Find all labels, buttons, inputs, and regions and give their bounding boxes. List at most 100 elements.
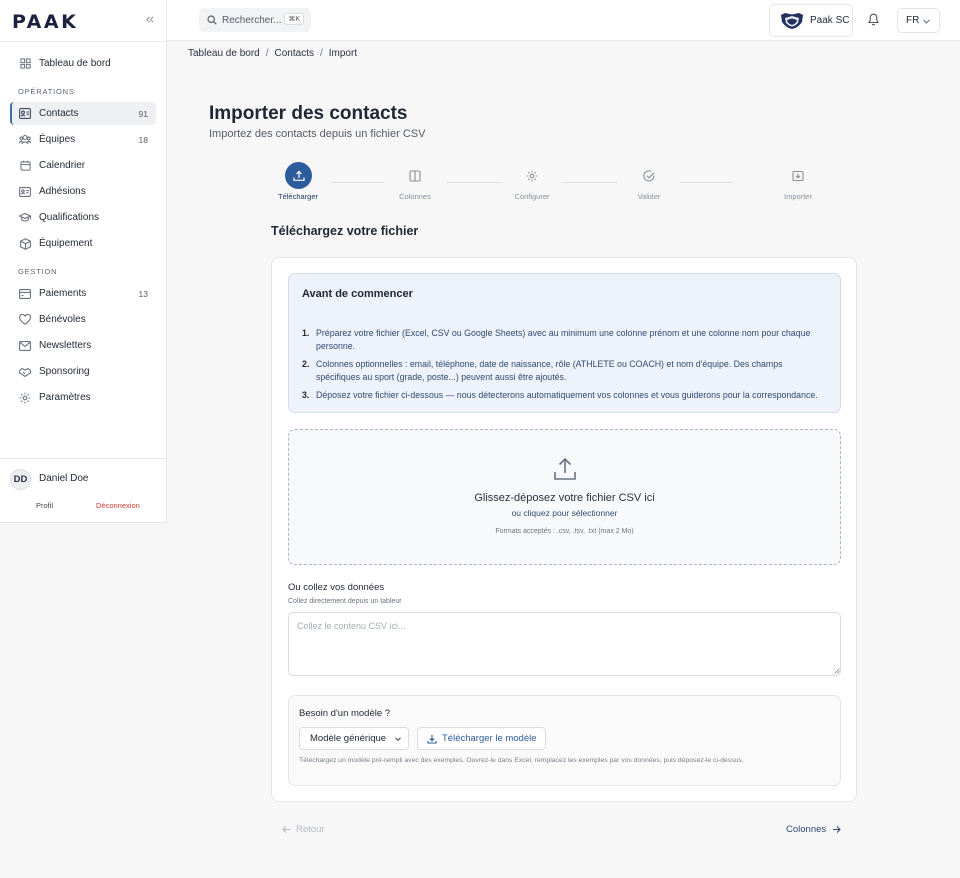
contacts-icon bbox=[19, 108, 31, 120]
breadcrumb-current: Import bbox=[328, 48, 358, 59]
resize-handle-icon[interactable] bbox=[834, 668, 840, 674]
sidebar-divider bbox=[0, 458, 166, 459]
dropzone-formats: Formats acceptés : .csv, .tsv, .txt (max… bbox=[495, 528, 634, 535]
sidebar-item-qualifications[interactable]: Qualifications bbox=[10, 206, 156, 229]
section-title: Téléchargez votre fichier bbox=[271, 224, 419, 238]
step-import[interactable] bbox=[784, 162, 811, 189]
stepper-connector bbox=[330, 182, 384, 183]
sidebar-item-label: Sponsoring bbox=[39, 366, 90, 377]
topbar: Rechercher... ⌘K Paak SC FR bbox=[167, 0, 960, 41]
search-icon bbox=[207, 15, 217, 25]
template-hint: Téléchargez un modèle pré-rempli avec de… bbox=[299, 757, 744, 764]
graduation-cap-icon bbox=[19, 212, 31, 224]
instruction-text: Colonnes optionnelles : email, téléphone… bbox=[316, 359, 783, 382]
club-crest-icon bbox=[780, 12, 804, 30]
notifications-bell-icon[interactable] bbox=[868, 13, 879, 26]
sidebar-item-settings[interactable]: Paramètres bbox=[10, 386, 156, 409]
teams-icon bbox=[19, 134, 31, 146]
instruction-item: 1. Préparez votre fichier (Excel, CSV ou… bbox=[302, 327, 822, 353]
section-label-operations: OPÉRATIONS bbox=[18, 87, 75, 96]
sidebar-item-volunteers[interactable]: Bénévoles bbox=[10, 308, 156, 331]
sidebar-item-teams[interactable]: Équipes 18 bbox=[10, 128, 156, 151]
sidebar-item-label: Équipes bbox=[39, 134, 76, 145]
instruction-item: 2. Colonnes optionnelles : email, téléph… bbox=[302, 358, 822, 384]
club-switcher-button[interactable]: Paak SC bbox=[769, 4, 853, 37]
logout-link[interactable]: Déconnexion bbox=[96, 501, 140, 510]
step-label: Valider bbox=[637, 192, 661, 201]
instruction-number: 1. bbox=[302, 328, 310, 338]
arrow-right-icon bbox=[826, 825, 841, 834]
collapse-sidebar-icon[interactable] bbox=[145, 15, 154, 24]
mail-icon bbox=[19, 340, 31, 352]
sidebar-item-memberships[interactable]: Adhésions bbox=[10, 180, 156, 203]
instruction-number: 3. bbox=[302, 390, 310, 400]
stepper-connector bbox=[680, 182, 734, 183]
columns-icon bbox=[408, 169, 421, 182]
step-upload[interactable] bbox=[285, 162, 312, 189]
sidebar: PAAK Tableau de bord OPÉRATIONS Contacts… bbox=[0, 0, 167, 523]
sidebar-item-label: Paiements bbox=[39, 288, 87, 299]
sidebar-item-payments[interactable]: Paiements 13 bbox=[10, 282, 156, 305]
sidebar-item-count: 91 bbox=[138, 108, 148, 119]
wallet-icon bbox=[19, 288, 31, 300]
sidebar-item-dashboard[interactable]: Tableau de bord bbox=[10, 52, 156, 75]
sidebar-item-label: Calendrier bbox=[39, 160, 86, 171]
language-select[interactable]: FR bbox=[897, 8, 940, 33]
back-button[interactable]: Retour bbox=[282, 824, 325, 835]
breadcrumb-separator: / bbox=[319, 48, 323, 59]
csv-paste-textarea[interactable] bbox=[288, 612, 841, 676]
arrow-left-icon bbox=[282, 825, 296, 834]
avatar[interactable]: DD bbox=[10, 469, 31, 490]
package-icon bbox=[19, 237, 31, 250]
stepper-connector bbox=[447, 182, 501, 183]
step-configure[interactable] bbox=[518, 162, 545, 189]
back-button-label: Retour bbox=[296, 824, 325, 835]
upload-card: Avant de commencer 1. Préparez votre fic… bbox=[271, 257, 857, 802]
sidebar-item-newsletters[interactable]: Newsletters bbox=[10, 334, 156, 357]
upload-icon bbox=[292, 170, 305, 182]
sidebar-item-count: 13 bbox=[138, 288, 148, 299]
template-select[interactable]: Modèle générique bbox=[299, 727, 409, 750]
gear-icon bbox=[526, 170, 538, 182]
paste-subtitle: Collez directement depuis un tableur bbox=[288, 598, 402, 605]
template-question: Besoin d'un modèle ? bbox=[299, 708, 391, 719]
dropzone-browse-link[interactable]: ou cliquez pour sélectionner bbox=[289, 508, 840, 518]
instruction-number: 2. bbox=[302, 359, 310, 369]
dropzone-title: Glissez-déposez votre fichier CSV ici bbox=[474, 492, 655, 504]
next-button[interactable]: Colonnes bbox=[786, 824, 841, 835]
step-label: Configurer bbox=[514, 192, 550, 201]
sidebar-item-label: Adhésions bbox=[39, 186, 86, 197]
heart-icon bbox=[19, 314, 31, 326]
breadcrumb-separator: / bbox=[265, 48, 269, 59]
club-name: Paak SC bbox=[810, 15, 850, 26]
search-shortcut: ⌘K bbox=[284, 13, 304, 25]
paak-logo[interactable]: PAAK bbox=[12, 11, 78, 33]
step-columns[interactable] bbox=[401, 162, 428, 189]
profile-link[interactable]: Profil bbox=[36, 501, 53, 510]
paste-title: Ou collez vos données bbox=[288, 582, 385, 593]
step-validate[interactable] bbox=[635, 162, 662, 189]
user-name: Daniel Doe bbox=[39, 473, 89, 484]
file-dropzone[interactable]: Glissez-déposez votre fichier CSV ici ou… bbox=[288, 429, 841, 565]
step-label: Colonnes bbox=[399, 192, 431, 201]
download-template-label: Télécharger le modèle bbox=[442, 733, 537, 744]
sidebar-item-contacts[interactable]: Contacts 91 bbox=[10, 102, 156, 125]
section-label-gestion: GESTION bbox=[18, 267, 58, 276]
chevron-down-icon bbox=[922, 17, 931, 26]
sidebar-item-sponsoring[interactable]: Sponsoring bbox=[10, 360, 156, 383]
sidebar-item-label: Qualifications bbox=[39, 212, 100, 223]
instructions-panel: Avant de commencer 1. Préparez votre fic… bbox=[288, 273, 841, 413]
sidebar-item-equipment[interactable]: Équipement bbox=[10, 232, 156, 255]
breadcrumb-dashboard[interactable]: Tableau de bord bbox=[188, 48, 260, 59]
search-input[interactable]: Rechercher... ⌘K bbox=[199, 8, 311, 32]
chevron-down-icon bbox=[394, 735, 402, 743]
dashboard-icon bbox=[19, 58, 31, 70]
sidebar-item-calendar[interactable]: Calendrier bbox=[10, 154, 156, 177]
breadcrumb-contacts[interactable]: Contacts bbox=[275, 48, 314, 59]
download-template-button[interactable]: Télécharger le modèle bbox=[417, 727, 546, 750]
upload-icon bbox=[552, 456, 578, 482]
sidebar-item-label: Paramètres bbox=[39, 392, 91, 403]
stepper-connector bbox=[563, 182, 617, 183]
sidebar-item-label: Bénévoles bbox=[39, 314, 86, 325]
step-label: Télécharger bbox=[277, 192, 319, 201]
